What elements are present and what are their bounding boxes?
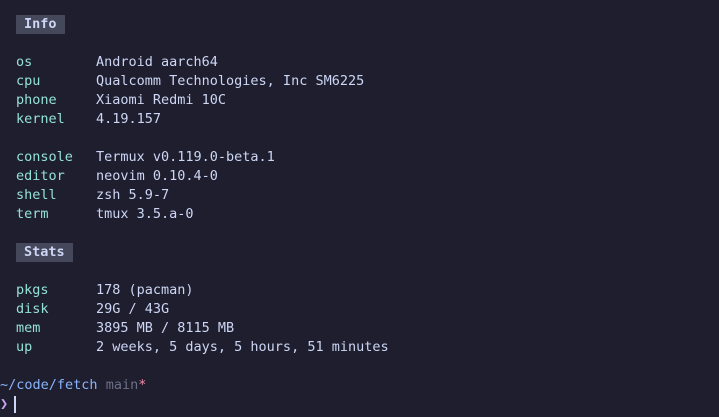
stats-key: up [16, 339, 33, 355]
stats-row-mem: mem 3895 MB / 8115 MB [16, 319, 234, 338]
info-row-phone: phone Xiaomi Redmi 10C [16, 91, 226, 110]
info-key: shell [16, 187, 57, 203]
prompt-path: ~/code/fetch [0, 377, 98, 393]
stats-value: 2 weeks, 5 days, 5 hours, 51 minutes [96, 339, 389, 355]
info-row-shell: shell zsh 5.9-7 [16, 186, 169, 205]
stats-row-up: up 2 weeks, 5 days, 5 hours, 51 minutes [16, 338, 389, 357]
stats-value: 178 (pacman) [96, 282, 194, 298]
info-value: Android aarch64 [96, 54, 218, 70]
stats-value: 29G / 43G [96, 301, 170, 317]
info-key: editor [16, 168, 65, 184]
prompt-symbol: ❯ [0, 396, 9, 412]
info-value: Xiaomi Redmi 10C [96, 92, 227, 108]
info-value: neovim 0.10.4-0 [96, 168, 218, 184]
info-row-cpu: cpu Qualcomm Technologies, Inc SM6225 [16, 72, 364, 91]
terminal-window[interactable]: Info os Android aarch64 cpu Qualcomm Techn… [0, 0, 719, 417]
info-row-term: term tmux 3.5.a-0 [16, 205, 194, 224]
info-key: kernel [16, 111, 65, 127]
git-branch: main [105, 377, 139, 393]
prompt-input-line[interactable]: ❯ [0, 395, 17, 414]
info-value: Qualcomm Technologies, Inc SM6225 [96, 73, 365, 89]
info-value: Termux v0.119.0-beta.1 [96, 149, 275, 165]
info-key: cpu [16, 73, 41, 89]
stats-row-disk: disk 29G / 43G [16, 300, 169, 319]
info-value: zsh 5.9-7 [96, 187, 170, 203]
info-key: phone [16, 92, 57, 108]
stats-value: 3895 MB / 8115 MB [96, 320, 235, 336]
info-section-header: Info [16, 15, 65, 34]
stats-key: pkgs [16, 282, 49, 298]
info-value: tmux 3.5.a-0 [96, 206, 194, 222]
stats-key: disk [16, 301, 49, 317]
git-dirty-marker: * [138, 377, 147, 393]
stats-key: mem [16, 320, 41, 336]
info-row-editor: editor neovim 0.10.4-0 [16, 167, 218, 186]
info-row-kernel: kernel 4.19.157 [16, 110, 161, 129]
stats-row-pkgs: pkgs 178 (pacman) [16, 281, 194, 300]
info-key: os [16, 54, 33, 70]
info-key: console [16, 149, 73, 165]
info-row-console: console Termux v0.119.0-beta.1 [16, 148, 275, 167]
info-value: 4.19.157 [96, 111, 162, 127]
info-key: term [16, 206, 49, 222]
info-row-os: os Android aarch64 [16, 53, 218, 72]
text-cursor[interactable] [14, 395, 17, 413]
stats-section-header: Stats [16, 243, 73, 262]
prompt-status-line: ~/code/fetch main* [0, 376, 146, 395]
